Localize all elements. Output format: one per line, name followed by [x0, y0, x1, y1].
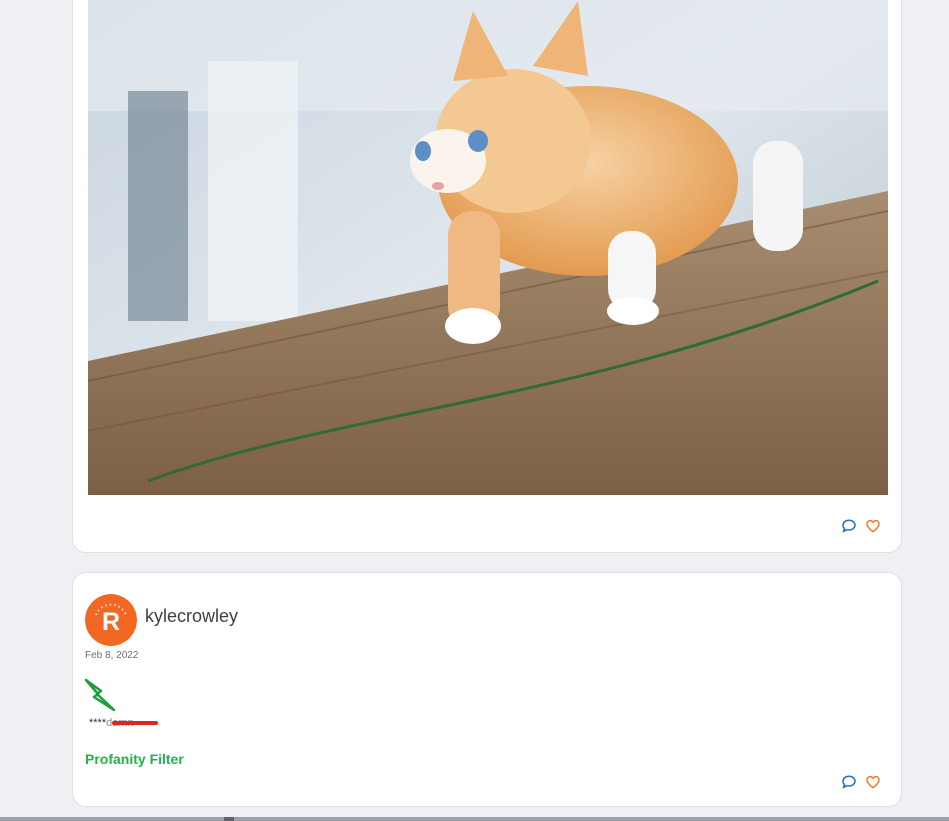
heart-icon[interactable] — [865, 774, 881, 790]
avatar[interactable]: R — [85, 594, 137, 646]
horizontal-scrollbar[interactable] — [0, 817, 949, 821]
profanity-filter-label: Profanity Filter — [85, 751, 184, 767]
lightning-bolt-icon — [84, 678, 116, 712]
username[interactable]: kylecrowley — [145, 606, 238, 627]
avatar-letter: R — [102, 608, 120, 636]
comment-icon[interactable] — [841, 774, 857, 790]
scrollbar-thumb[interactable] — [224, 817, 234, 821]
masked-text: **** — [89, 717, 107, 729]
strikethrough-mark — [112, 721, 158, 725]
comment-icon[interactable] — [841, 518, 857, 534]
post-card — [72, 0, 902, 553]
post-card: R kylecrowley Feb 8, 2022 ****damn Profa… — [72, 572, 902, 807]
post-image[interactable] — [88, 0, 888, 495]
post-date: Feb 8, 2022 — [85, 650, 139, 661]
heart-icon[interactable] — [865, 518, 881, 534]
